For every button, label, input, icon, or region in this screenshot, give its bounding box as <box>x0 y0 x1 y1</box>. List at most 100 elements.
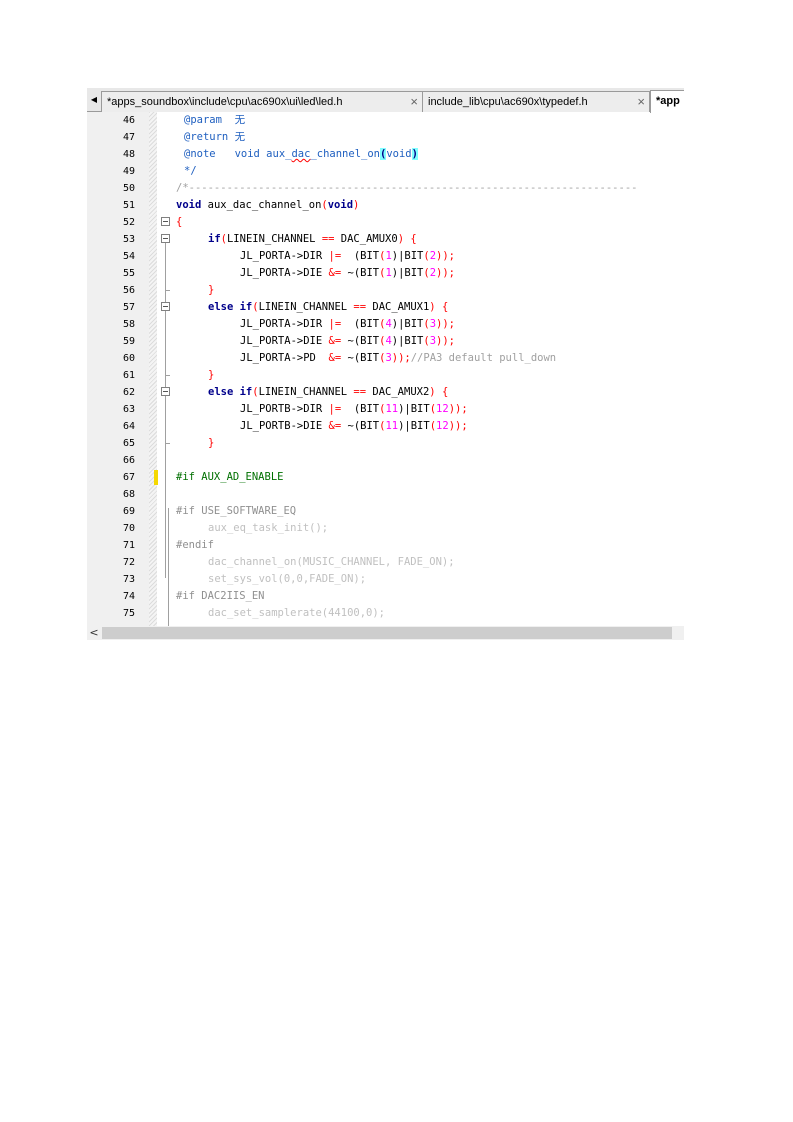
scrollbar-thumb[interactable] <box>102 627 672 639</box>
line-number: 60 <box>122 353 135 364</box>
line-number: 47 <box>122 132 135 143</box>
line-text: #endif <box>176 539 214 551</box>
line-text: JL_PORTB->DIE &= ~(BIT(11)|BIT(12)); <box>240 420 468 432</box>
tab-label: *app <box>656 95 680 107</box>
close-icon[interactable]: × <box>410 92 418 112</box>
code-line: 73 set_sys_vol(0,0,FADE_ON); <box>87 571 684 588</box>
tab-label: *apps_soundbox\include\cpu\ac690x\ui\led… <box>107 96 343 108</box>
code-line: 48 @note void aux_dac_channel_on(void) <box>87 146 684 163</box>
code-line: 49 */ <box>87 163 684 180</box>
line-number: 61 <box>122 370 135 381</box>
line-number: 51 <box>122 200 135 211</box>
code-line: 65 } <box>87 435 684 452</box>
line-text: } <box>208 369 215 381</box>
line-number: 58 <box>122 319 135 330</box>
code-line: 62 else if(LINEIN_CHANNEL == DAC_AMUX2) … <box>87 384 684 401</box>
line-number: 54 <box>122 251 135 262</box>
line-number: 63 <box>122 404 135 415</box>
fold-toggle-icon[interactable] <box>161 302 170 311</box>
line-number: 66 <box>122 455 135 466</box>
line-text: JL_PORTA->DIE &= ~(BIT(1)|BIT(2)); <box>240 267 455 279</box>
code-line: 63 JL_PORTB->DIR |= (BIT(11)|BIT(12)); <box>87 401 684 418</box>
fold-toggle-icon[interactable] <box>161 234 170 243</box>
line-number: 68 <box>122 489 135 500</box>
code-line: 58 JL_PORTA->DIR |= (BIT(4)|BIT(3)); <box>87 316 684 333</box>
tab-typedef-h[interactable]: include_lib\cpu\ac690x\typedef.h × <box>422 91 650 112</box>
line-number: 70 <box>122 523 135 534</box>
code-line: 54 JL_PORTA->DIR |= (BIT(1)|BIT(2)); <box>87 248 684 265</box>
line-number: 65 <box>122 438 135 449</box>
line-text: dac_set_samplerate(44100,0); <box>208 607 386 619</box>
code-line: 57 else if(LINEIN_CHANNEL == DAC_AMUX1) … <box>87 299 684 316</box>
code-line: 66 <box>87 452 684 469</box>
tab-led-h[interactable]: *apps_soundbox\include\cpu\ac690x\ui\led… <box>101 91 423 112</box>
line-text: else if(LINEIN_CHANNEL == DAC_AMUX1) { <box>208 301 449 313</box>
line-number: 73 <box>122 574 135 585</box>
line-text: } <box>208 284 215 296</box>
line-text: */ <box>184 165 197 177</box>
line-text: /*--------------------------------------… <box>176 182 638 194</box>
code-line: 75 dac_set_samplerate(44100,0); <box>87 605 684 622</box>
code-line: 46 @param 无 <box>87 112 684 129</box>
code-line: 61 } <box>87 367 684 384</box>
code-line: 67 #if AUX_AD_ENABLE <box>87 469 684 486</box>
tab-bar: ◀ *apps_soundbox\include\cpu\ac690x\ui\l… <box>87 88 684 113</box>
line-text: JL_PORTA->PD &= ~(BIT(3));//PA3 default … <box>240 352 557 364</box>
code-line: 50 /*-----------------------------------… <box>87 180 684 197</box>
fold-toggle-icon[interactable] <box>161 387 170 396</box>
line-number: 64 <box>122 421 135 432</box>
line-text: @param 无 <box>184 114 246 126</box>
line-text: JL_PORTA->DIR |= (BIT(4)|BIT(3)); <box>240 318 455 330</box>
line-number: 57 <box>122 302 135 313</box>
code-line: 53 if(LINEIN_CHANNEL == DAC_AMUX0) { <box>87 231 684 248</box>
close-icon[interactable]: × <box>637 92 645 112</box>
line-text: #if USE_SOFTWARE_EQ <box>176 505 297 517</box>
line-number: 72 <box>122 557 135 568</box>
line-text: if(LINEIN_CHANNEL == DAC_AMUX0) { <box>208 233 417 245</box>
line-number: 48 <box>122 149 135 160</box>
line-text: #if AUX_AD_ENABLE <box>176 471 284 483</box>
scroll-left-arrow-icon[interactable]: < <box>87 626 101 640</box>
change-marker <box>154 470 158 485</box>
code-line: 47 @return 无 <box>87 129 684 146</box>
code-line: 72 dac_channel_on(MUSIC_CHANNEL, FADE_ON… <box>87 554 684 571</box>
fold-end-marker <box>165 282 170 291</box>
line-number: 53 <box>122 234 135 245</box>
line-text: aux_eq_task_init(); <box>208 522 329 534</box>
code-line: 60 JL_PORTA->PD &= ~(BIT(3));//PA3 defau… <box>87 350 684 367</box>
fold-end-marker <box>165 435 170 444</box>
line-number: 71 <box>122 540 135 551</box>
line-text: } <box>208 437 215 449</box>
line-text: @return 无 <box>184 131 246 143</box>
tab-label: include_lib\cpu\ac690x\typedef.h <box>428 96 588 108</box>
line-text: JL_PORTA->DIE &= ~(BIT(4)|BIT(3)); <box>240 335 455 347</box>
tab-scroll-left-icon[interactable]: ◀ <box>87 90 101 110</box>
line-number: 59 <box>122 336 135 347</box>
line-number: 55 <box>122 268 135 279</box>
line-number: 75 <box>122 608 135 619</box>
line-number: 62 <box>122 387 135 398</box>
code-area[interactable]: 46 @param 无 47 @return 无 48 @note void a… <box>87 112 684 626</box>
horizontal-scrollbar[interactable]: < <box>87 626 684 640</box>
code-editor-window: ◀ *apps_soundbox\include\cpu\ac690x\ui\l… <box>87 88 684 640</box>
line-number: 49 <box>122 166 135 177</box>
code-line: 64 JL_PORTB->DIE &= ~(BIT(11)|BIT(12)); <box>87 418 684 435</box>
line-number: 46 <box>122 115 135 126</box>
code-line: 55 JL_PORTA->DIE &= ~(BIT(1)|BIT(2)); <box>87 265 684 282</box>
line-text: void aux_dac_channel_on(void) <box>176 199 360 211</box>
line-number: 52 <box>122 217 135 228</box>
line-text: @note void aux_dac_channel_on(void) <box>184 148 418 160</box>
code-line: 59 JL_PORTA->DIE &= ~(BIT(4)|BIT(3)); <box>87 333 684 350</box>
line-number: 69 <box>122 506 135 517</box>
fold-toggle-icon[interactable] <box>161 217 170 226</box>
line-text: else if(LINEIN_CHANNEL == DAC_AMUX2) { <box>208 386 449 398</box>
line-number: 67 <box>122 472 135 483</box>
tab-active-app[interactable]: *app <box>650 90 684 113</box>
line-text: #if DAC2IIS_EN <box>176 590 265 602</box>
line-text: set_sys_vol(0,0,FADE_ON); <box>208 573 367 585</box>
fold-end-marker <box>165 367 170 376</box>
line-text: { <box>176 216 183 228</box>
line-number: 74 <box>122 591 135 602</box>
line-text: JL_PORTB->DIR |= (BIT(11)|BIT(12)); <box>240 403 468 415</box>
code-line: 74 #if DAC2IIS_EN <box>87 588 684 605</box>
